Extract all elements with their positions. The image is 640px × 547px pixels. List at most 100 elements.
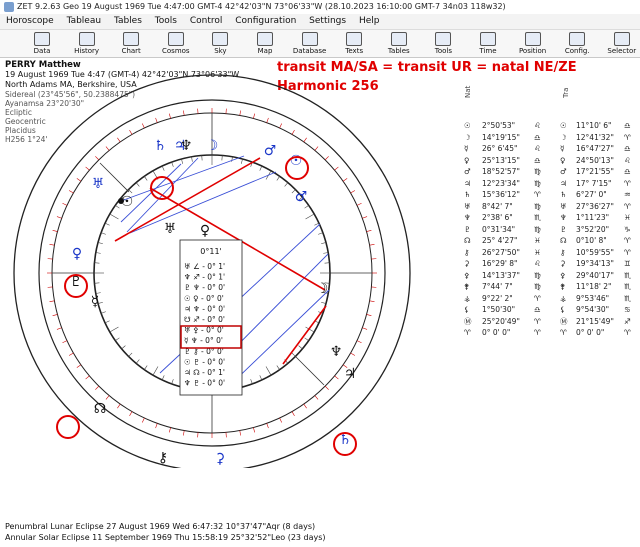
natal-glyph: ♀: [464, 155, 470, 165]
eclipse-info: Penumbral Lunar Eclipse 27 August 1969 W…: [5, 521, 326, 543]
menu-tools[interactable]: Tools: [155, 16, 177, 26]
toolbar-chart-button[interactable]: Chart: [109, 31, 153, 56]
toolbar-tools-button[interactable]: Tools: [421, 31, 465, 56]
toolbar-label: History: [74, 47, 100, 55]
natal-position: 26°27'50": [482, 247, 520, 257]
transit-position: 6°27' 0": [576, 190, 607, 199]
transit-column-header: Tra: [562, 87, 570, 98]
aspect-row: ♃ ☊ - 0° 1': [184, 368, 225, 377]
transit-sign: ♎: [624, 167, 631, 176]
transit-sign: ♏: [624, 282, 631, 291]
planet-glyph: ♄: [154, 138, 167, 154]
toolbar-label: Cosmos: [162, 47, 190, 55]
aspect-row: ♆ ♇ - 0° 0': [184, 379, 225, 388]
aspect-box-title: 0°11': [200, 247, 221, 256]
natal-glyph: ⚶: [464, 293, 471, 303]
transit-position: 10°59'55": [576, 247, 614, 257]
toolbar-label: Config.: [564, 47, 590, 55]
toolbar-tables-button[interactable]: Tables: [377, 31, 421, 56]
natal-column-header: Nat: [464, 85, 472, 98]
transit-glyph: ♃: [560, 178, 567, 188]
toolbar-map-button[interactable]: Map: [243, 31, 287, 56]
transit-glyph: ⚸: [560, 305, 566, 314]
transit-position: 0°10' 8": [576, 236, 607, 245]
natal-sign: ♌: [534, 144, 541, 153]
transit-position: 21°15'49": [576, 316, 614, 326]
planet-glyph: ♆: [180, 138, 193, 154]
transit-position: 3°52'20": [576, 224, 610, 234]
toolbar-texts-button[interactable]: Texts: [332, 31, 376, 56]
natal-glyph: ♇: [464, 224, 471, 234]
planet-glyph: ♅: [164, 221, 177, 237]
natal-position: 16°29' 8": [482, 259, 518, 268]
app-logo-icon: [4, 2, 14, 12]
window-title: ZET 9.2.63 Geo 19 August 1969 Tue 4:47:0…: [17, 2, 506, 11]
planet-glyph: ☿: [91, 294, 100, 310]
planet-glyph: ☽: [316, 281, 329, 297]
toolbar-icon: [569, 32, 586, 46]
transit-sign: ♎: [624, 144, 631, 153]
toolbar-icon: [524, 32, 541, 46]
transit-glyph: ♆: [560, 213, 567, 222]
transit-glyph: ☉: [560, 121, 567, 130]
natal-glyph: ⚳: [464, 259, 470, 268]
transit-glyph: ⚶: [560, 293, 567, 303]
toolbar-selector-button[interactable]: Selector: [600, 31, 640, 56]
natal-position: 14°13'37": [482, 270, 520, 280]
aspect-row: ♃ ♆ - 0° 0': [184, 304, 225, 313]
natal-glyph: ⚸: [464, 305, 470, 314]
menu-settings[interactable]: Settings: [309, 16, 346, 26]
transit-sign: ♈: [624, 178, 631, 188]
transit-position: 17° 7'15": [576, 178, 612, 188]
menu-horoscope[interactable]: Horoscope: [6, 16, 54, 26]
natal-glyph: ⚵: [464, 282, 470, 291]
toolbar-label: Texts: [345, 47, 364, 55]
planet-glyph: ⚷: [158, 450, 168, 466]
toolbar: Data History Chart Cosmos Sky Map Database Text…: [0, 30, 640, 58]
natal-position: 8°42' 7": [482, 201, 513, 211]
aspect-box-rows: ♅ ∠ - 0° 1' ♆ ♐ - 0° 1'♇ ♆ - 0° 0' ☉ ♀ - 0…: [184, 262, 225, 388]
transit-glyph: ☿: [560, 144, 565, 153]
transit-glyph: ♇: [560, 224, 567, 234]
menu-tableau[interactable]: Tableau: [67, 16, 102, 26]
planet-glyph: ♂: [295, 189, 308, 205]
transit-position: 29°40'17": [576, 270, 614, 280]
menu-configuration[interactable]: Configuration: [235, 16, 296, 26]
natal-position: 2°38' 6": [482, 213, 513, 222]
toolbar-database-button[interactable]: Database: [288, 31, 332, 56]
transit-sign: ♓: [624, 213, 631, 222]
natal-sign: ♌: [534, 121, 541, 130]
toolbar-sky-button[interactable]: Sky: [198, 31, 242, 56]
toolbar-history-button[interactable]: History: [65, 31, 109, 56]
horoscope-wheel[interactable]: 0°11' ♅ ∠ - 0° 1' ♆ ♐ - 0° 1'♇ ♆ - 0° 0' ☉…: [0, 58, 460, 468]
transit-glyph: ♅: [560, 201, 567, 211]
natal-position: 26° 6'45": [482, 144, 518, 153]
toolbar-config-button[interactable]: Config.: [555, 31, 599, 56]
natal-glyph: ♂: [464, 167, 471, 176]
aspect-row: ♆ ♐ - 0° 1': [184, 273, 225, 282]
toolbar-data-button[interactable]: Data: [20, 31, 64, 56]
natal-position: 9°22' 2": [482, 293, 513, 303]
toolbar-icon: [167, 32, 184, 46]
transit-sign: ♋: [624, 305, 631, 314]
menu-tables[interactable]: Tables: [114, 16, 142, 26]
menu-control[interactable]: Control: [190, 16, 223, 26]
menu-bar: Horoscope Tableau Tables Tools Control C…: [0, 14, 640, 30]
planet-glyph: ♀: [72, 246, 82, 262]
menu-help[interactable]: Help: [359, 16, 380, 26]
toolbar-time-button[interactable]: Time: [466, 31, 510, 56]
natal-sign: ♌: [534, 259, 541, 268]
natal-sign: ♓: [534, 247, 541, 257]
toolbar-icon: [390, 32, 407, 46]
natal-sign: ♏: [534, 213, 541, 222]
transit-sign: ♌: [624, 155, 631, 165]
transit-position: 12°41'32": [576, 132, 614, 142]
natal-glyph: ♅: [464, 201, 471, 211]
toolbar-position-button[interactable]: Position: [511, 31, 555, 56]
transit-position: 0° 0' 0": [576, 328, 605, 337]
natal-glyph: ♆: [464, 213, 471, 222]
natal-glyph: ⚴: [464, 270, 470, 280]
transit-position: 1°11'23": [576, 213, 610, 222]
transit-position: 27°36'27": [576, 201, 614, 211]
toolbar-cosmos-button[interactable]: Cosmos: [154, 31, 198, 56]
